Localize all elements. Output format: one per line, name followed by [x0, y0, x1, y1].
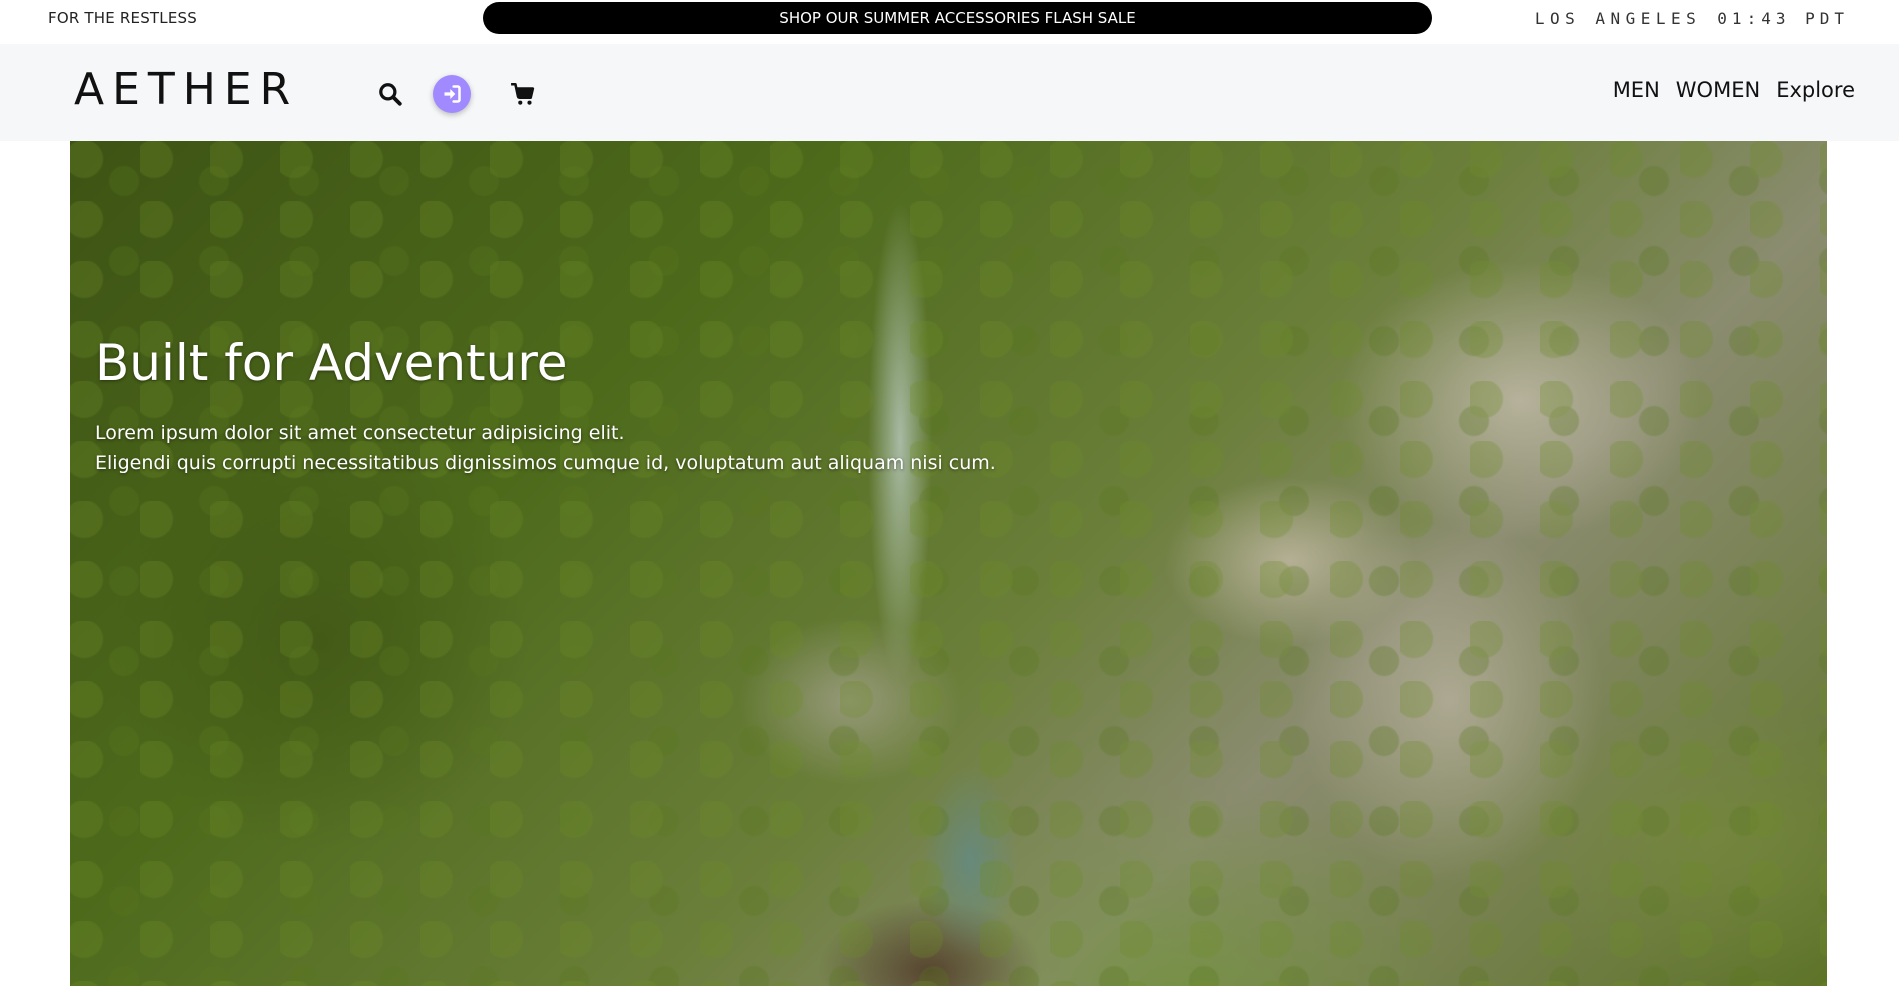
top-bar: FOR THE RESTLESS SHOP OUR SUMMER ACCESSO… — [0, 0, 1899, 44]
nav-women[interactable]: WOMEN — [1676, 78, 1760, 102]
nav-men[interactable]: MEN — [1613, 78, 1660, 102]
clock-city: LOS ANGELES — [1534, 9, 1702, 28]
location-clock: LOS ANGELES 01:43 PDT — [1535, 9, 1849, 28]
search-icon — [379, 83, 402, 106]
hero-background-image — [70, 141, 1827, 986]
cart-button[interactable] — [504, 75, 542, 113]
sign-in-button[interactable] — [433, 75, 471, 113]
nav-explore[interactable]: Explore — [1776, 78, 1855, 102]
primary-nav: MEN WOMEN Explore — [1613, 78, 1855, 102]
hero-banner: Built for Adventure Lorem ipsum dolor si… — [70, 141, 1827, 986]
hero-title: Built for Adventure — [95, 334, 568, 392]
sale-banner-link[interactable]: SHOP OUR SUMMER ACCESSORIES FLASH SALE — [483, 2, 1432, 34]
shopping-cart-icon — [511, 82, 535, 105]
tagline: FOR THE RESTLESS — [48, 9, 197, 27]
brand-logo[interactable]: AETHER — [74, 68, 298, 112]
hero-description-line: Eligendi quis corrupti necessitatibus di… — [95, 452, 996, 474]
search-button[interactable] — [371, 75, 409, 113]
main-navbar: AETHER MEN WOMEN Explore — [0, 44, 1899, 141]
hero-description: Lorem ipsum dolor sit amet consectetur a… — [95, 418, 996, 478]
clock-time: 01:43 PDT — [1717, 9, 1849, 28]
hero-description-line: Lorem ipsum dolor sit amet consectetur a… — [95, 422, 625, 444]
sign-in-icon — [444, 85, 461, 103]
